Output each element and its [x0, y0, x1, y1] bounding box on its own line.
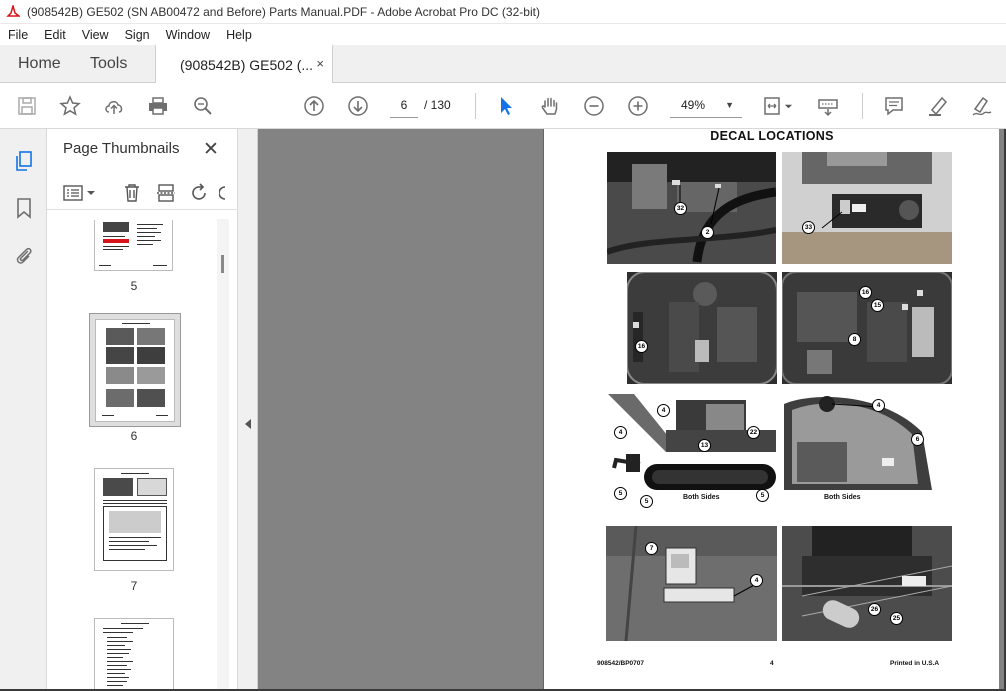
- thumbnail-toolbar: [47, 174, 238, 210]
- decal-photo-1: [607, 152, 776, 264]
- decal-callout: 7: [645, 542, 658, 555]
- delete-page-icon[interactable]: [120, 181, 144, 205]
- collapse-arrow-icon: [245, 419, 251, 429]
- sign-pen-icon[interactable]: [969, 93, 995, 119]
- page-footer-printed: Printed in U.S.A: [890, 660, 940, 667]
- menu-file[interactable]: File: [0, 28, 36, 42]
- zoom-out-icon[interactable]: [581, 93, 607, 119]
- menu-view[interactable]: View: [74, 28, 117, 42]
- thumbnail-page-6[interactable]: [95, 319, 175, 422]
- menu-bar: File Edit View Sign Window Help: [0, 24, 1006, 45]
- page-footer-code: 908542/BP0707: [597, 660, 644, 667]
- thumbnail-label-6: 6: [130, 429, 138, 443]
- zoom-level-select[interactable]: 49% ▼: [670, 92, 742, 118]
- select-arrow-icon[interactable]: [493, 93, 519, 119]
- decal-photo-5: [606, 392, 777, 509]
- menu-sign[interactable]: Sign: [117, 28, 158, 42]
- document-viewport[interactable]: DECAL LOCATIONS 32 2 33 16 16 15 8 4 22 …: [258, 129, 1006, 691]
- scrollbar-thumb[interactable]: [221, 255, 224, 273]
- decal-callout: 16: [859, 286, 872, 299]
- tab-document-label: (908542B) GE502 (...: [180, 56, 314, 73]
- comment-icon[interactable]: [881, 93, 907, 119]
- panel-title: Page Thumbnails: [63, 140, 180, 157]
- rotate-page-icon[interactable]: [188, 181, 212, 205]
- thumbnail-page-7[interactable]: [94, 468, 174, 571]
- thumbnail-label-7: 7: [130, 579, 138, 593]
- main-toolbar: [0, 83, 1006, 129]
- toolbar-divider: [862, 93, 863, 119]
- title-bar: (908542B) GE502 (SN AB00472 and Before) …: [0, 0, 1006, 24]
- decal-callout: 4: [872, 399, 885, 412]
- bookmarks-icon[interactable]: [12, 196, 36, 220]
- zoom-dropdown-icon: ▼: [725, 100, 734, 110]
- window-title: (908542B) GE502 (SN AB00472 and Before) …: [27, 4, 540, 19]
- thumbnail-options-icon[interactable]: [61, 181, 97, 205]
- photo-caption: Both Sides: [683, 494, 720, 501]
- bookmark-star-icon[interactable]: [57, 93, 83, 119]
- highlight-pen-icon[interactable]: [925, 93, 951, 119]
- navigation-rail: [0, 129, 47, 691]
- decal-photo-8: [782, 526, 952, 641]
- toolbar-divider: [475, 93, 476, 119]
- print-icon[interactable]: [145, 93, 171, 119]
- panel-close-icon[interactable]: ✕: [203, 138, 219, 161]
- thumbnail-page-5[interactable]: [94, 220, 173, 271]
- upload-cloud-icon[interactable]: [101, 93, 127, 119]
- thumbnail-scrollbar[interactable]: [217, 219, 229, 689]
- decal-callout: 8: [848, 333, 861, 346]
- decal-callout: 4: [657, 404, 670, 417]
- decal-callout: 5: [640, 495, 653, 508]
- tab-document[interactable]: (908542B) GE502 (... ×: [155, 45, 333, 84]
- menu-edit[interactable]: Edit: [36, 28, 74, 42]
- photo-caption: Both Sides: [824, 494, 861, 501]
- tab-close-icon[interactable]: ×: [316, 56, 324, 71]
- decal-callout: 2: [701, 226, 714, 239]
- keyboard-scroll-icon[interactable]: [815, 93, 841, 119]
- page-thumbnails-icon[interactable]: [12, 149, 36, 173]
- decal-callout: 6: [911, 433, 924, 446]
- thumbnail-label-5: 5: [130, 279, 138, 293]
- more-tools-icon[interactable]: [219, 181, 229, 205]
- decal-callout: 4: [750, 574, 763, 587]
- tab-home[interactable]: Home: [18, 45, 61, 83]
- tab-tools[interactable]: Tools: [90, 45, 127, 83]
- decal-callout: 26: [868, 603, 881, 616]
- decal-callout: 4: [614, 426, 627, 439]
- decal-callout: 5: [756, 489, 769, 502]
- hand-pan-icon[interactable]: [537, 93, 563, 119]
- decal-callout: 15: [871, 299, 884, 312]
- decal-photo-2: [782, 152, 952, 264]
- page-heading: DECAL LOCATIONS: [710, 129, 834, 143]
- zoom-in-icon[interactable]: [625, 93, 651, 119]
- pdf-page: DECAL LOCATIONS 32 2 33 16 16 15 8 4 22 …: [543, 129, 999, 689]
- panel-collapse-handle[interactable]: [238, 129, 258, 691]
- decal-callout: 16: [635, 340, 648, 353]
- decal-callout: 33: [802, 221, 815, 234]
- page-count: / 130: [424, 98, 451, 112]
- tab-bar: Home Tools (908542B) GE502 (... ×: [0, 45, 1006, 84]
- page-number-input[interactable]: 6: [390, 92, 418, 118]
- acrobat-logo-icon: [6, 2, 22, 19]
- thumbnail-page-8[interactable]: [94, 618, 174, 691]
- decal-callout: 32: [674, 202, 687, 215]
- decal-callout: 22: [747, 426, 760, 439]
- zoom-level-value: 49%: [681, 98, 706, 112]
- previous-page-icon[interactable]: [301, 93, 327, 119]
- page-footer-number: 4: [770, 660, 774, 667]
- decal-callout: 13: [698, 439, 711, 452]
- attachments-icon[interactable]: [12, 243, 36, 267]
- extract-page-icon[interactable]: [154, 181, 178, 205]
- menu-help[interactable]: Help: [218, 28, 260, 42]
- fit-page-dropdown-icon[interactable]: [781, 93, 795, 119]
- decal-callout: 5: [614, 487, 627, 500]
- decal-callout: 25: [890, 612, 903, 625]
- save-icon[interactable]: [14, 93, 40, 119]
- next-page-icon[interactable]: [345, 93, 371, 119]
- page-thumbnails-panel: Page Thumbnails ✕ 5 6 7: [47, 129, 238, 691]
- decal-photo-6: [782, 392, 932, 490]
- zoom-search-icon[interactable]: [190, 93, 216, 119]
- decal-photo-3: [627, 272, 777, 384]
- menu-window[interactable]: Window: [158, 28, 218, 42]
